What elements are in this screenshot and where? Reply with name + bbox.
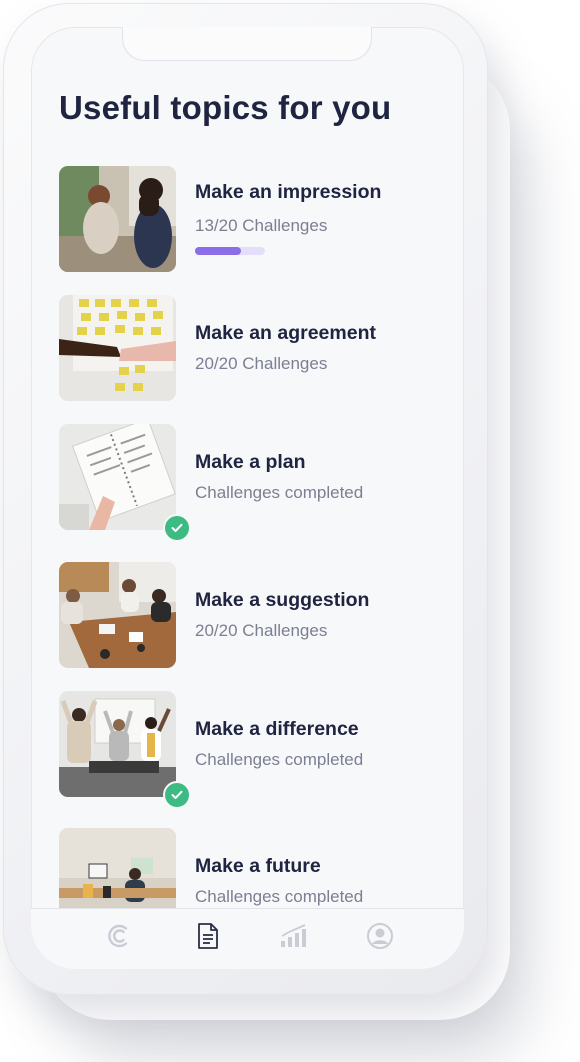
- topic-item-make-a-difference[interactable]: Make a difference Challenges completed: [59, 691, 449, 809]
- topic-thumbnail: [59, 691, 176, 797]
- topic-thumbnail: [59, 295, 176, 401]
- phone-screen: Useful topics for you Make an impression…: [31, 27, 464, 969]
- team-celebrating-photo: [59, 691, 176, 797]
- completed-check-icon: [163, 781, 191, 809]
- topic-challenges-count: Challenges completed: [195, 483, 364, 502]
- bottom-tab-bar: [31, 908, 464, 969]
- topic-title: Make a future: [195, 855, 321, 877]
- profile-icon: [367, 923, 393, 949]
- topic-challenges-count: 20/20 Challenges: [195, 621, 328, 640]
- topic-challenges-count: Challenges completed: [195, 750, 364, 769]
- topic-progress-fill: [195, 247, 241, 255]
- topic-challenges-count: 13/20 Challenges: [195, 216, 328, 235]
- bar-chart-icon: [281, 924, 306, 947]
- topic-challenges-count: 20/20 Challenges: [195, 354, 328, 373]
- topic-title: Make a suggestion: [195, 589, 370, 611]
- topic-thumbnail: [59, 424, 176, 530]
- tab-topics[interactable]: [193, 921, 223, 951]
- topic-title: Make an agreement: [195, 322, 376, 344]
- page-title: Useful topics for you: [59, 89, 392, 126]
- app-logo-icon: [108, 924, 128, 948]
- topic-thumbnail: [59, 562, 176, 668]
- tab-home[interactable]: [105, 921, 135, 951]
- topic-title: Make a plan: [195, 451, 306, 473]
- topic-item-make-an-agreement[interactable]: Make an agreement 20/20 Challenges: [59, 295, 449, 401]
- completed-check-icon: [163, 514, 191, 542]
- team-meeting-table-photo: [59, 562, 176, 668]
- topic-challenges-count: Challenges completed: [195, 887, 364, 906]
- topic-progress-bar: [195, 247, 265, 255]
- topic-title: Make a difference: [195, 718, 359, 740]
- tab-progress[interactable]: [279, 921, 309, 951]
- topic-item-make-a-suggestion[interactable]: Make a suggestion 20/20 Challenges: [59, 562, 449, 668]
- handshake-sticky-notes-photo: [59, 295, 176, 401]
- two-women-talking-photo: [59, 166, 176, 272]
- phone-notch: [123, 27, 371, 61]
- topic-thumbnail: [59, 166, 176, 272]
- tab-profile[interactable]: [365, 921, 395, 951]
- topic-item-make-a-plan[interactable]: Make a plan Challenges completed: [59, 424, 449, 542]
- document-icon: [198, 923, 218, 949]
- topic-item-make-an-impression[interactable]: Make an impression 13/20 Challenges: [59, 166, 449, 272]
- phone-frame: Useful topics for you Make an impression…: [3, 3, 488, 995]
- notebook-planning-photo: [59, 424, 176, 530]
- topic-title: Make an impression: [195, 181, 382, 203]
